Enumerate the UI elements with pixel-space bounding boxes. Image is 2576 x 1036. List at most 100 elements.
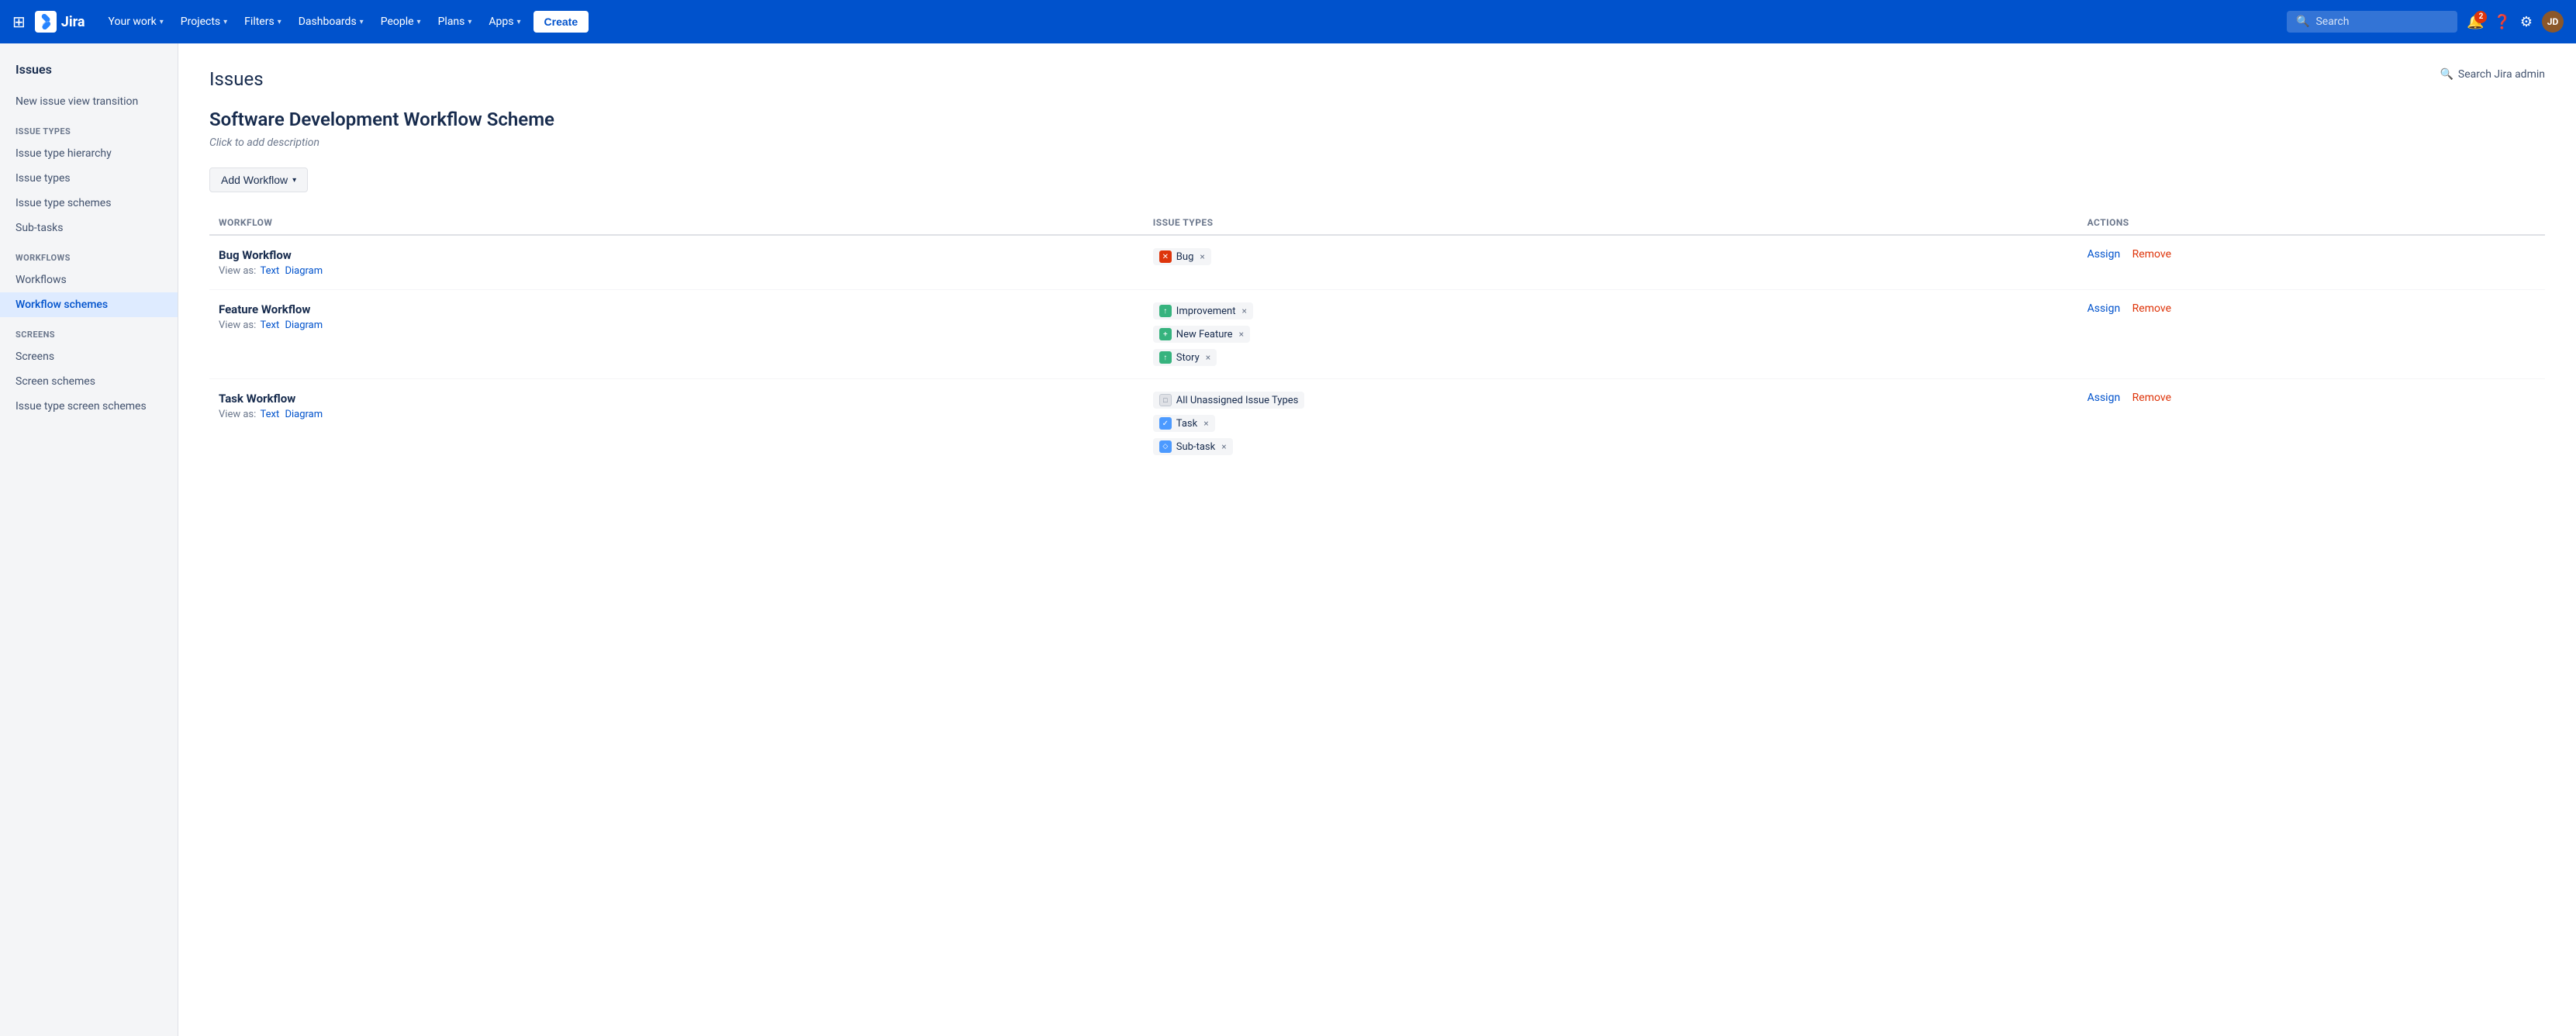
remove-story-x[interactable]: × [1206,352,1210,363]
notification-count: 2 [2474,11,2487,23]
view-as-task: View as: Text Diagram [219,409,1134,420]
sidebar-item-issue-types[interactable]: Issue types [0,166,178,191]
table-header: Workflow Issue Types Actions [209,211,2545,235]
issue-type-tag-task: ✓ Task × [1153,415,1215,432]
assign-feature-link[interactable]: Assign [2087,302,2121,315]
improvement-icon: ↑ [1159,305,1172,317]
nav-your-work[interactable]: Your work ▾ [101,11,171,33]
topnav: ⊞ Jira Your work ▾ Projects ▾ Filters ▾ … [0,0,2576,43]
layout: Issues New issue view transition ISSUE T… [0,43,2576,1036]
logo-text: Jira [61,14,85,30]
page-header: Issues 🔍 Search Jira admin [209,68,2545,90]
issue-type-tag-story: ↑ Story × [1153,349,1217,366]
workflow-cell-bug: Bug Workflow View as: Text Diagram [209,235,1144,290]
nav-projects[interactable]: Projects ▾ [173,11,235,33]
subtask-icon: ◇ [1159,440,1172,453]
nav-apps[interactable]: Apps ▾ [481,11,528,33]
sidebar-item-screens[interactable]: Screens [0,344,178,369]
sidebar-item-workflow-schemes[interactable]: Workflow schemes [0,292,178,317]
view-diagram-link-bug[interactable]: Diagram [285,265,323,277]
sidebar-item-issue-type-screen-schemes[interactable]: Issue type screen schemes [0,394,178,419]
nav-people[interactable]: People ▾ [373,11,429,33]
top-navigation: Your work ▾ Projects ▾ Filters ▾ Dashboa… [101,11,2281,33]
tag-label: Story [1176,352,1200,364]
issue-types-list-task: □ All Unassigned Issue Types ✓ Task × ◇ … [1153,392,2069,455]
assign-bug-link[interactable]: Assign [2087,248,2121,261]
view-text-link-task[interactable]: Text [261,409,280,420]
remove-bug-x[interactable]: × [1200,251,1204,262]
tag-label: All Unassigned Issue Types [1176,395,1299,406]
sidebar-item-subtasks[interactable]: Sub-tasks [0,216,178,240]
remove-task-link[interactable]: Remove [2132,392,2171,404]
sidebar-item-new-issue-view[interactable]: New issue view transition [0,89,178,114]
scheme-description[interactable]: Click to add description [209,136,2545,149]
sidebar-item-screen-schemes[interactable]: Screen schemes [0,369,178,394]
actions-cell-feature: Assign Remove [2078,290,2545,379]
issue-type-tag-bug: ✕ Bug × [1153,248,1211,265]
issue-type-tag-new-feature: + New Feature × [1153,326,1250,343]
chevron-down-icon: ▾ [417,18,421,26]
sidebar-section-screens: SCREENS [0,317,178,344]
sidebar-item-issue-type-schemes[interactable]: Issue type schemes [0,191,178,216]
jira-logo[interactable]: Jira [35,11,85,33]
nav-dashboards[interactable]: Dashboards ▾ [291,11,371,33]
search-jira-admin-button[interactable]: 🔍 Search Jira admin [2440,68,2545,81]
workflow-name-task: Task Workflow [219,392,1134,406]
sidebar-title: Issues [0,62,178,89]
issue-types-cell-bug: ✕ Bug × [1144,235,2078,290]
issue-type-tag-improvement: ↑ Improvement × [1153,302,1253,319]
tag-label: Sub-task [1176,441,1215,453]
table-row: Task Workflow View as: Text Diagram □ Al… [209,379,2545,468]
grid-icon[interactable]: ⊞ [12,12,26,31]
assign-task-link[interactable]: Assign [2087,392,2121,404]
remove-task-x[interactable]: × [1203,418,1208,429]
chevron-down-icon: ▾ [360,18,364,26]
avatar[interactable]: JD [2542,11,2564,33]
view-diagram-link-task[interactable]: Diagram [285,409,323,420]
col-actions: Actions [2078,211,2545,235]
create-button[interactable]: Create [534,11,589,33]
col-issue-types: Issue Types [1144,211,2078,235]
view-text-link-feature[interactable]: Text [261,319,280,331]
view-diagram-link-feature[interactable]: Diagram [285,319,323,331]
search-placeholder: Search [2315,16,2349,28]
workflow-name-feature: Feature Workflow [219,302,1134,316]
view-text-link-bug[interactable]: Text [261,265,280,277]
remove-new-feature-x[interactable]: × [1239,329,1244,340]
workflow-cell-task: Task Workflow View as: Text Diagram [209,379,1144,468]
scheme-title: Software Development Workflow Scheme [209,109,2545,130]
workflow-name-bug: Bug Workflow [219,248,1134,262]
issue-types-cell-task: □ All Unassigned Issue Types ✓ Task × ◇ … [1144,379,2078,468]
search-bar[interactable]: 🔍 Search [2287,11,2457,33]
notifications-button[interactable]: 🔔 2 [2467,14,2484,30]
issue-types-list-feature: ↑ Improvement × + New Feature × ↑ [1153,302,2069,366]
sidebar-item-hierarchy[interactable]: Issue type hierarchy [0,141,178,166]
sidebar-section-workflows: WORKFLOWS [0,240,178,268]
workflow-table: Workflow Issue Types Actions Bug Workflo… [209,211,2545,468]
workflow-table-body: Bug Workflow View as: Text Diagram ✕ Bug [209,235,2545,468]
topnav-right: 🔍 Search 🔔 2 ❓ ⚙ JD [2287,11,2564,33]
actions-cell-task: Assign Remove [2078,379,2545,468]
settings-button[interactable]: ⚙ [2520,14,2533,30]
chevron-down-icon: ▾ [468,18,471,26]
actions-cell-bug: Assign Remove [2078,235,2545,290]
chevron-down-icon: ▾ [292,176,296,185]
chevron-down-icon: ▾ [278,18,281,26]
table-row: Feature Workflow View as: Text Diagram ↑… [209,290,2545,379]
nav-filters[interactable]: Filters ▾ [237,11,289,33]
col-workflow: Workflow [209,211,1144,235]
remove-improvement-x[interactable]: × [1241,306,1246,316]
sidebar-section-issue-types: ISSUE TYPES [0,114,178,141]
add-workflow-button[interactable]: Add Workflow ▾ [209,167,308,192]
search-icon: 🔍 [2296,16,2309,28]
nav-plans[interactable]: Plans ▾ [430,11,480,33]
workflow-cell-feature: Feature Workflow View as: Text Diagram [209,290,1144,379]
remove-feature-link[interactable]: Remove [2132,302,2171,315]
help-button[interactable]: ❓ [2493,14,2510,30]
task-icon: ✓ [1159,417,1172,430]
remove-bug-link[interactable]: Remove [2132,248,2171,261]
issue-types-list-bug: ✕ Bug × [1153,248,2069,265]
remove-subtask-x[interactable]: × [1221,441,1226,452]
sidebar-item-workflows[interactable]: Workflows [0,268,178,292]
story-icon: ↑ [1159,351,1172,364]
